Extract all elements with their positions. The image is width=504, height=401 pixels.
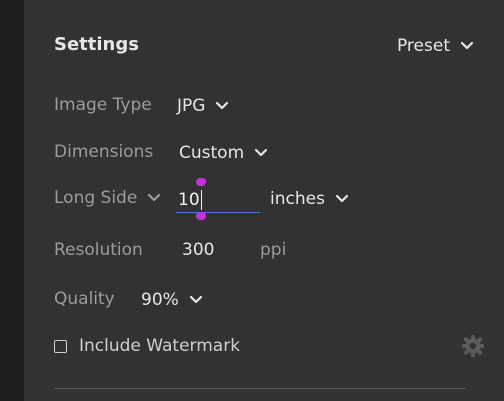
include-watermark-checkbox[interactable]: Include Watermark (54, 336, 240, 356)
unit-value: inches (270, 189, 325, 209)
image-type-dropdown[interactable]: JPG (177, 96, 229, 116)
long-side-input-wrapper (176, 178, 260, 220)
resolution-label: Resolution (54, 240, 143, 260)
dimensions-dropdown[interactable]: Custom (179, 143, 268, 163)
dimensions-label: Dimensions (54, 142, 154, 162)
dimensions-value: Custom (179, 143, 245, 163)
resolution-value[interactable]: 300 (182, 240, 214, 260)
settings-title: Settings (54, 34, 139, 55)
unit-dropdown[interactable]: inches (270, 189, 349, 209)
preset-dropdown[interactable]: Preset (397, 36, 474, 56)
chevron-down-icon (335, 194, 349, 204)
chevron-down-icon (147, 193, 161, 203)
image-type-label: Image Type (54, 95, 152, 115)
divider (54, 388, 466, 389)
selection-handle-bottom[interactable] (196, 212, 206, 220)
app-window: Settings Preset Image Type JPG Dimension… (0, 0, 504, 401)
quality-dropdown[interactable]: 90% (141, 290, 203, 310)
text-caret (201, 190, 202, 210)
preset-label: Preset (396, 36, 450, 56)
chevron-down-icon (189, 295, 203, 305)
include-watermark-label: Include Watermark (79, 336, 241, 356)
chevron-down-icon (460, 41, 474, 51)
quality-value: 90% (141, 290, 179, 310)
left-edge-strip (0, 0, 24, 401)
long-side-dropdown[interactable]: Long Side (54, 188, 161, 208)
gear-icon[interactable] (460, 333, 486, 359)
checkbox-icon[interactable] (54, 339, 67, 353)
chevron-down-icon (215, 101, 229, 111)
chevron-down-icon (254, 148, 268, 158)
selection-handle-top[interactable] (196, 178, 206, 186)
long-side-label: Long Side (54, 188, 138, 208)
settings-panel: Settings Preset Image Type JPG Dimension… (24, 0, 504, 401)
image-type-value: JPG (177, 96, 206, 116)
long-side-input[interactable] (176, 188, 260, 213)
resolution-unit: ppi (260, 240, 287, 260)
quality-label: Quality (54, 289, 115, 309)
